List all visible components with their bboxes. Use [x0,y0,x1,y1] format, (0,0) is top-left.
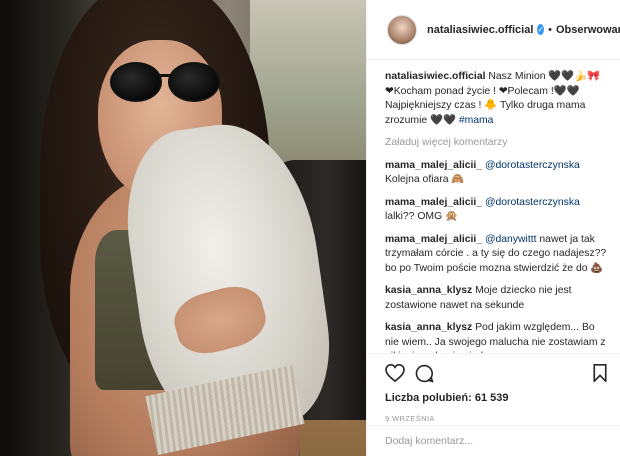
list-item: mama_malej_alicii_ @dorotasterczynska la… [385,196,609,225]
caption-hashtag[interactable]: #mama [459,115,494,126]
post-photo[interactable] [0,0,366,456]
comment-text: Kolejna ofiara 🙈 [385,174,465,185]
post-header: nataliasiwiec.official ✓ • Obserwowanie [367,0,620,60]
add-comment-field[interactable]: Dodaj komentarz... [367,425,620,456]
comment-mention[interactable]: @dorotasterczynska [485,160,580,171]
list-item: kasia_anna_klysz Pod jakim względem... B… [385,321,609,353]
post-side-panel: nataliasiwiec.official ✓ • Obserwowanie … [366,0,620,456]
comment-username[interactable]: mama_malej_alicii_ [385,234,482,245]
action-icons [385,362,607,388]
comment-mention[interactable]: @dorotasterczynska [485,197,580,208]
sunglasses-right-lens [168,62,220,102]
list-item: mama_malej_alicii_ @danywittt nawet ja t… [385,233,609,277]
follow-button[interactable]: Obserwowanie [556,24,620,36]
comment-icon[interactable] [415,364,434,383]
comment-username[interactable]: kasia_anna_klysz [385,285,472,296]
caption-username[interactable]: nataliasiwiec.official [385,71,485,82]
avatar[interactable] [387,14,417,45]
list-item: mama_malej_alicii_ @dorotasterczynska Ko… [385,159,609,188]
heart-icon[interactable] [385,364,405,382]
comment-username[interactable]: mama_malej_alicii_ [385,160,482,171]
comments-list[interactable]: nataliasiwiec.official Nasz Minion 🖤🖤🍌🎀 … [367,60,620,353]
header-separator: • [548,23,552,36]
comment-username[interactable]: kasia_anna_klysz [385,322,472,333]
likes-count[interactable]: Liczba polubień: 61 539 [385,392,607,404]
verified-check-icon: ✓ [537,24,545,35]
comment-text: lalki?? OMG 🙊 [385,211,458,222]
caption: nataliasiwiec.official Nasz Minion 🖤🖤🍌🎀 … [385,70,609,128]
post-date: 9 WRZEŚNIA [385,414,435,423]
comment-mention[interactable]: @danywittt [485,234,537,245]
list-item: kasia_anna_klysz Moje dziecko nie jest z… [385,284,609,313]
caption-text-2: ❤Kocham ponad życie ! ❤Polecam !🖤🖤 [385,85,580,97]
comment-username[interactable]: mama_malej_alicii_ [385,197,482,208]
caption-text-1: Nasz Minion 🖤🖤🍌🎀 [488,71,601,82]
sunglasses-left-lens [110,62,162,102]
load-more-comments-button[interactable]: Załaduj więcej komentarzy [385,136,609,151]
header-username[interactable]: nataliasiwiec.official [427,24,533,36]
bookmark-icon[interactable] [593,364,607,382]
sunglasses-bridge [160,74,172,77]
